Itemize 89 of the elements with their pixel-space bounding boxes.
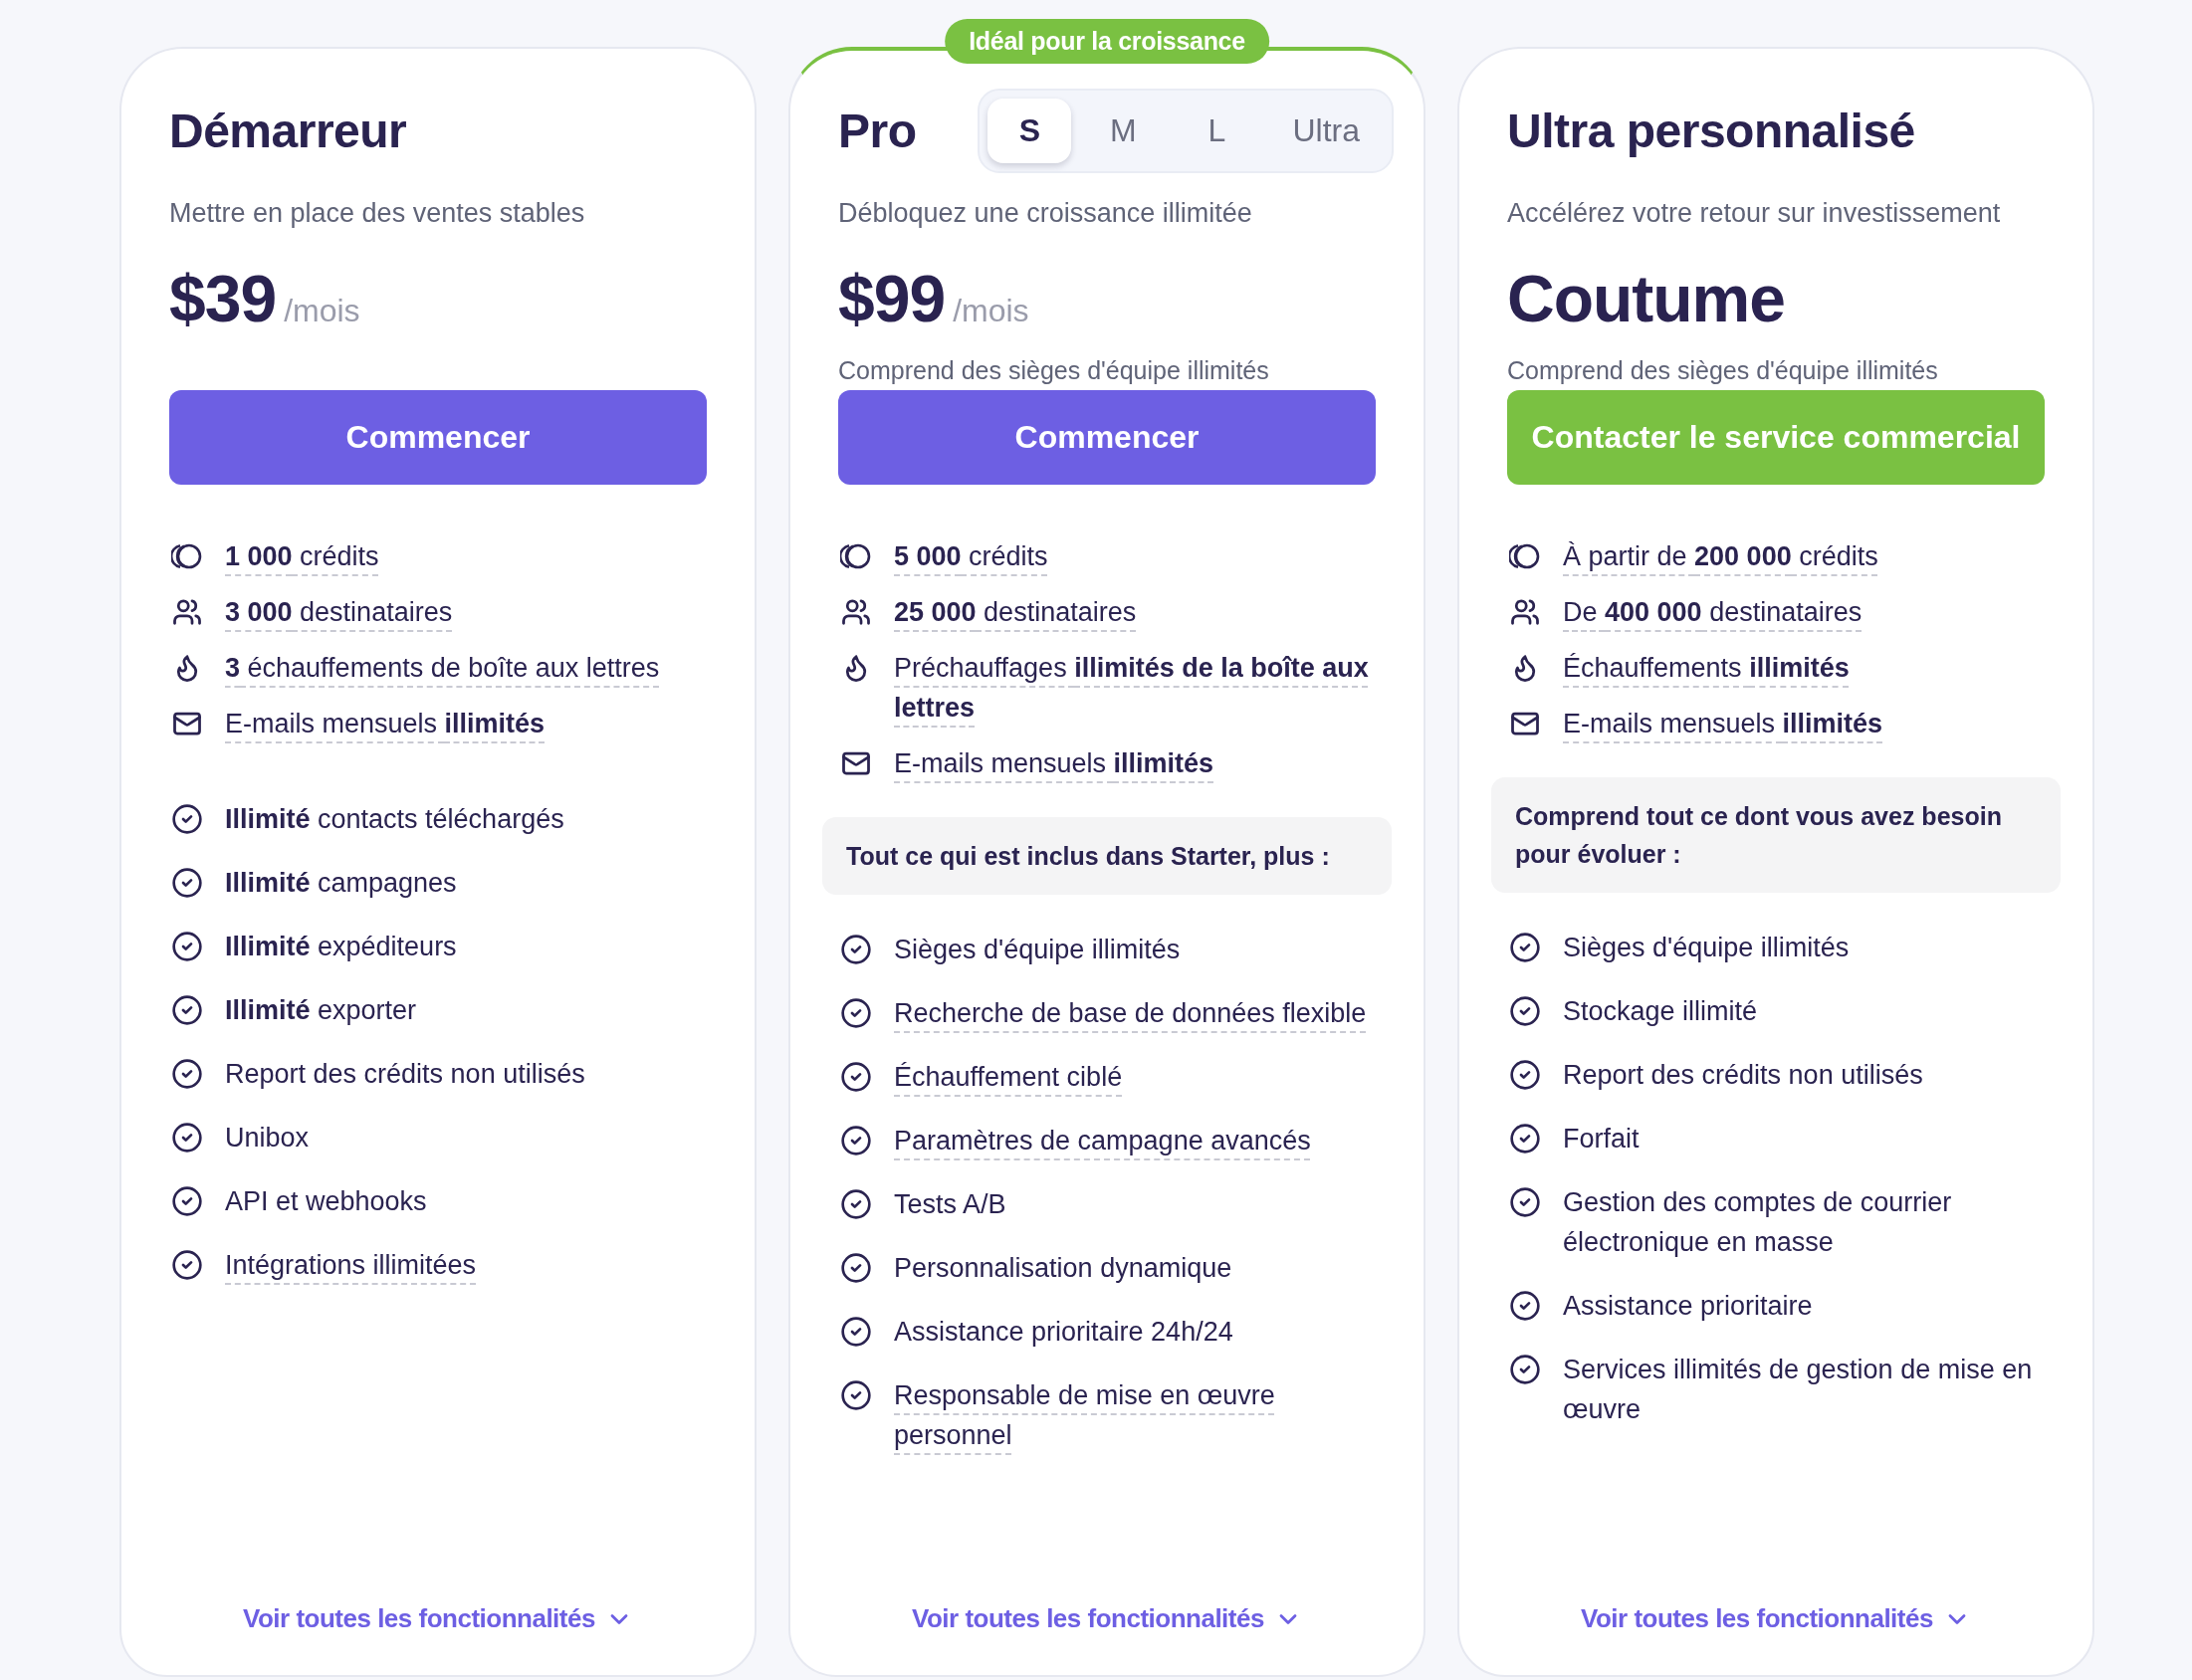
users-icon xyxy=(841,597,871,627)
quota-text: À partir de 200 000 crédits xyxy=(1563,540,1878,573)
feature-text: Stockage illimité xyxy=(1563,995,1758,1028)
price-note: Comprend des sièges d'équipe illimités xyxy=(1507,355,1939,386)
plan-subtitle: Accélérez votre retour sur investissement xyxy=(1507,197,2002,230)
check-circle-icon xyxy=(171,1249,203,1281)
feature-text: Report des crédits non utilisés xyxy=(1563,1059,1923,1092)
price-note: Comprend des sièges d'équipe illimités xyxy=(838,355,1270,386)
check-circle-icon xyxy=(1509,995,1541,1027)
check-circle-icon xyxy=(1509,1290,1541,1322)
quota-text: E-mails mensuels illimités xyxy=(1563,708,1883,740)
coins-icon xyxy=(840,542,872,570)
feature-text: Illimité expéditeurs xyxy=(225,931,457,963)
price-period: /mois xyxy=(284,293,360,329)
included-heading: Tout ce qui est inclus dans Starter, plus : xyxy=(822,817,1392,895)
size-tab[interactable]: S xyxy=(987,98,1072,163)
feature-text: Tests A/B xyxy=(894,1188,1006,1221)
feature-text: Gestion des comptes de courrier électronique en masse xyxy=(1563,1186,1953,1259)
check-circle-icon xyxy=(1509,1186,1541,1218)
check-circle-icon xyxy=(171,803,203,835)
coins-icon xyxy=(1509,542,1541,570)
feature-text: Report des crédits non utilisés xyxy=(225,1058,585,1091)
plan-badge: Idéal pour la croissance xyxy=(945,19,1269,64)
check-circle-icon xyxy=(171,867,203,899)
feature-text: Assistance prioritaire 24h/24 xyxy=(894,1316,1233,1349)
check-circle-icon xyxy=(171,1058,203,1090)
plan-subtitle: Mettre en place des ventes stables xyxy=(169,197,586,230)
quota-text: 3 000 destinataires xyxy=(225,596,453,629)
check-circle-icon xyxy=(171,994,203,1026)
feature-text: Unibox xyxy=(225,1122,310,1155)
feature-text: Recherche de base de données flexible xyxy=(894,997,1367,1030)
check-circle-icon xyxy=(840,934,872,965)
feature-text: Intégrations illimitées xyxy=(225,1249,477,1282)
quota-text: 25 000 destinataires xyxy=(894,596,1137,629)
quota-text: 5 000 crédits xyxy=(894,540,1048,573)
all-features-link[interactable]: Voir toutes les fonctionnalités xyxy=(237,1602,639,1635)
quota-text: 1 000 crédits xyxy=(225,540,379,573)
all-features-link[interactable]: Voir toutes les fonctionnalités xyxy=(906,1602,1308,1635)
check-circle-icon xyxy=(840,1316,872,1348)
check-circle-icon xyxy=(171,931,203,962)
price: $99 xyxy=(838,261,946,336)
quota-text: De 400 000 destinataires xyxy=(1563,596,1863,629)
feature-text: Illimité contacts téléchargés xyxy=(225,803,564,836)
check-circle-icon xyxy=(1509,1059,1541,1091)
price-period: /mois xyxy=(953,293,1029,329)
size-tab[interactable]: L xyxy=(1175,98,1259,163)
feature-text: Sièges d'équipe illimités xyxy=(894,934,1181,966)
quota-text: 3 échauffements de boîte aux lettres xyxy=(225,652,660,685)
check-circle-icon xyxy=(840,1188,872,1220)
quota-text: Échauffements illimités xyxy=(1563,652,1850,685)
check-circle-icon xyxy=(1509,932,1541,963)
users-icon xyxy=(1510,597,1540,627)
size-tab[interactable]: Ultra xyxy=(1268,98,1384,163)
quota-text: E-mails mensuels illimités xyxy=(225,708,546,740)
quota-text: Préchauffages illimités de la boîte aux lettres xyxy=(894,652,1370,725)
size-tab[interactable]: M xyxy=(1081,98,1166,163)
check-circle-icon xyxy=(1509,1354,1541,1385)
plan-title: Démarreur xyxy=(169,103,407,158)
feature-text: Échauffement ciblé xyxy=(894,1061,1123,1094)
feature-text: Personnalisation dynamique xyxy=(894,1252,1232,1285)
all-features-link[interactable]: Voir toutes les fonctionnalités xyxy=(1575,1602,1977,1635)
plan-title: Pro xyxy=(838,103,917,158)
feature-text: Illimité campagnes xyxy=(225,867,457,900)
feature-text: API et webhooks xyxy=(225,1185,427,1218)
feature-text: Responsable de mise en œuvre personnel xyxy=(894,1379,1276,1452)
check-circle-icon xyxy=(840,1125,872,1156)
cta-button[interactable]: Commencer xyxy=(169,390,707,485)
users-icon xyxy=(172,597,202,627)
quota-text: E-mails mensuels illimités xyxy=(894,747,1214,780)
check-circle-icon xyxy=(1509,1123,1541,1155)
check-circle-icon xyxy=(171,1122,203,1154)
feature-text: Illimité exporter xyxy=(225,994,417,1027)
feature-text: Assistance prioritaire xyxy=(1563,1290,1813,1323)
check-circle-icon xyxy=(840,1061,872,1093)
check-circle-icon xyxy=(840,1252,872,1284)
feature-text: Forfait xyxy=(1563,1123,1640,1155)
price: $39 xyxy=(169,261,277,336)
check-circle-icon xyxy=(840,1379,872,1411)
check-circle-icon xyxy=(171,1185,203,1217)
cta-button[interactable]: Commencer xyxy=(838,390,1376,485)
coins-icon xyxy=(171,542,203,570)
included-heading: Comprend tout ce dont vous avez besoin pour évoluer : xyxy=(1491,777,2061,893)
check-circle-icon xyxy=(840,997,872,1029)
plan-subtitle: Débloquez une croissance illimitée xyxy=(838,197,1253,230)
feature-text: Sièges d'équipe illimités xyxy=(1563,932,1850,964)
plan-title: Ultra personnalisé xyxy=(1507,103,1915,158)
feature-text: Paramètres de campagne avancés xyxy=(894,1125,1311,1157)
feature-text: Services illimités de gestion de mise en œuvre xyxy=(1563,1354,2034,1426)
price: Coutume xyxy=(1507,261,1785,336)
